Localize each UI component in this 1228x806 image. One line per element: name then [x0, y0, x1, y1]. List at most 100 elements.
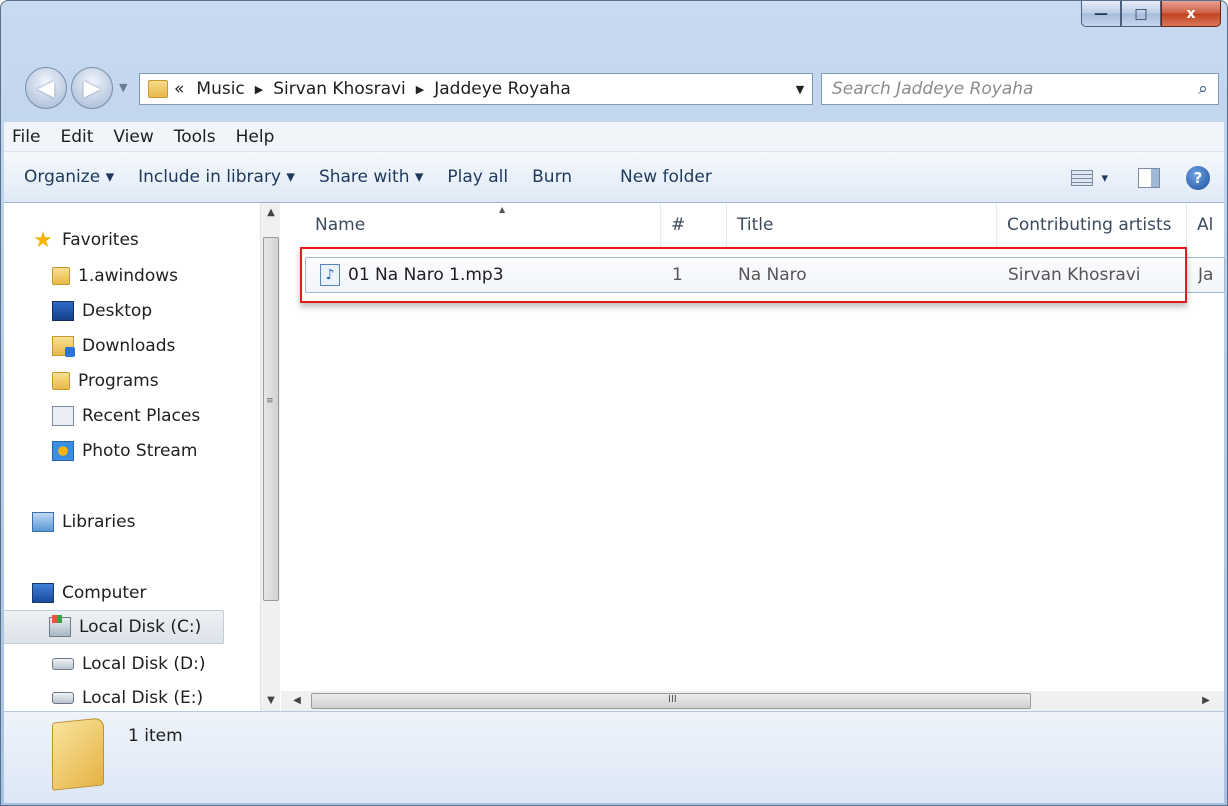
star-icon: ★	[33, 227, 53, 253]
nav-item-1awindows[interactable]: 1.awindows	[52, 259, 178, 293]
nav-label: Computer	[62, 583, 147, 603]
share-with-button[interactable]: Share with ▾	[319, 167, 447, 187]
address-bar[interactable]: « Music ▶ Sirvan Khosravi ▶ Jaddeye Roya…	[139, 73, 939, 105]
horizontal-scrollbar[interactable]: ◀ III ▶	[281, 691, 1224, 711]
recent-pages-dropdown[interactable]: ▼	[119, 81, 127, 94]
file-list: ▲ Name # Title Contributing artists Al ♪…	[281, 203, 1225, 711]
nav-label: Local Disk (E:)	[82, 688, 204, 708]
libraries-icon	[32, 512, 54, 532]
scroll-down-icon[interactable]: ▼	[261, 691, 281, 711]
folder-icon	[52, 717, 104, 791]
nav-favorites-label: Favorites	[62, 230, 139, 250]
navigation-pane: ★ Favorites 1.awindows Desktop Downloads…	[4, 203, 260, 711]
new-folder-button[interactable]: New folder	[620, 167, 736, 187]
nav-item-local-disk-e[interactable]: Local Disk (E:)	[52, 681, 203, 711]
breadcrumb-separator-icon[interactable]: ▶	[251, 83, 267, 96]
search-icon[interactable]: ⌕	[1188, 79, 1218, 99]
help-icon[interactable]: ?	[1186, 166, 1210, 190]
maximize-button[interactable]: □	[1121, 1, 1161, 27]
back-button[interactable]: ◀	[25, 67, 67, 109]
scroll-right-icon[interactable]: ▶	[1196, 691, 1216, 711]
play-all-button[interactable]: Play all	[447, 167, 532, 187]
menu-view[interactable]: View	[105, 127, 165, 147]
breadcrumb-jaddeye-royaha[interactable]: Jaddeye Royaha	[428, 79, 577, 99]
desktop-icon	[52, 301, 74, 321]
nav-label: Downloads	[82, 336, 176, 356]
nav-vertical-scrollbar[interactable]: ▲ ≡ ▼	[260, 203, 280, 711]
file-name: 01 Na Naro 1.mp3	[348, 265, 504, 285]
scroll-left-icon[interactable]: ◀	[287, 691, 307, 711]
search-input[interactable]: Search Jaddeye Royaha	[822, 79, 1188, 99]
forward-arrow-icon: ▶	[83, 75, 101, 101]
computer-icon	[32, 583, 54, 603]
content-area: ★ Favorites 1.awindows Desktop Downloads…	[4, 203, 1225, 711]
details-pane: 1 item	[4, 711, 1224, 803]
organize-button[interactable]: Organize ▾	[4, 167, 138, 187]
nav-item-desktop[interactable]: Desktop	[52, 294, 152, 328]
nav-favorites[interactable]: ★ Favorites	[32, 223, 139, 257]
nav-computer[interactable]: Computer	[32, 576, 147, 610]
nav-label: 1.awindows	[78, 266, 178, 286]
preview-pane-icon[interactable]	[1138, 168, 1160, 188]
view-options-icon[interactable]	[1071, 170, 1094, 186]
burn-button[interactable]: Burn	[532, 167, 620, 187]
file-row[interactable]: ♪ 01 Na Naro 1.mp3 1 Na Naro Sirvan Khos…	[305, 257, 1225, 293]
scrollbar-thumb[interactable]: III	[311, 693, 1031, 709]
item-count: 1 item	[128, 726, 183, 746]
minimize-button[interactable]: —	[1081, 1, 1121, 27]
file-album-cell: Ja	[1198, 265, 1214, 285]
column-headers: ▲ Name # Title Contributing artists Al	[281, 203, 1224, 247]
breadcrumb-sirvan-khosravi[interactable]: Sirvan Khosravi	[267, 79, 412, 99]
recent-places-icon	[52, 406, 74, 426]
address-row: ◀ ▶ ▼ « Music ▶ Sirvan Khosravi ▶ Jaddey…	[1, 61, 1227, 117]
nav-item-local-disk-d[interactable]: Local Disk (D:)	[52, 647, 205, 681]
nav-label: Desktop	[82, 301, 153, 321]
view-dropdown-icon[interactable]: ▾	[1093, 171, 1108, 186]
nav-item-recent-places[interactable]: Recent Places	[52, 399, 200, 433]
nav-item-photo-stream[interactable]: Photo Stream	[52, 434, 197, 468]
nav-label: Recent Places	[82, 406, 201, 426]
address-dropdown-icon[interactable]: ▼	[788, 83, 812, 96]
nav-label: Local Disk (C:)	[79, 617, 202, 637]
scrollbar-thumb[interactable]	[263, 237, 279, 601]
breadcrumb-separator-icon[interactable]: ▶	[412, 83, 428, 96]
column-header-number[interactable]: #	[661, 203, 727, 247]
drive-icon	[52, 692, 74, 704]
include-in-library-button[interactable]: Include in library ▾	[138, 167, 319, 187]
column-label: #	[671, 215, 686, 235]
explorer-window: — □ x ◀ ▶ ▼ « Music ▶ Sirvan Khosravi ▶ …	[0, 0, 1228, 806]
close-button[interactable]: x	[1161, 1, 1221, 27]
caption-buttons: — □ x	[1081, 1, 1221, 31]
column-label: Al	[1197, 215, 1214, 235]
column-header-title[interactable]: Title	[727, 203, 997, 247]
column-header-contributing-artists[interactable]: Contributing artists	[997, 203, 1187, 247]
back-arrow-icon: ◀	[37, 75, 55, 101]
scroll-up-icon[interactable]: ▲	[261, 203, 281, 223]
nav-item-downloads[interactable]: Downloads	[52, 329, 175, 363]
sort-ascending-icon: ▲	[499, 205, 506, 214]
toolbar-right: ▾ ?	[1071, 152, 1224, 204]
file-name-cell[interactable]: ♪ 01 Na Naro 1.mp3	[320, 258, 650, 292]
column-header-name[interactable]: ▲ Name	[305, 203, 661, 247]
menu-edit[interactable]: Edit	[52, 127, 105, 147]
column-label: Contributing artists	[1007, 215, 1172, 235]
drive-icon	[52, 658, 74, 670]
menu-help[interactable]: Help	[228, 127, 287, 147]
folder-icon	[148, 80, 168, 98]
menu-tools[interactable]: Tools	[166, 127, 228, 147]
breadcrumb-music[interactable]: Music	[190, 79, 250, 99]
nav-item-local-disk-c[interactable]: Local Disk (C:)	[4, 610, 224, 644]
file-title-cell: Na Naro	[738, 265, 807, 285]
downloads-icon	[52, 336, 75, 357]
folder-icon	[52, 372, 70, 390]
search-box[interactable]: Search Jaddeye Royaha ⌕	[821, 73, 1219, 105]
column-header-album[interactable]: Al	[1187, 203, 1227, 247]
file-number-cell: 1	[672, 265, 683, 285]
column-label: Title	[737, 215, 774, 235]
nav-libraries[interactable]: Libraries	[32, 505, 135, 539]
nav-label: Libraries	[62, 512, 136, 532]
menu-file[interactable]: File	[4, 127, 52, 147]
nav-item-programs[interactable]: Programs	[52, 364, 159, 398]
forward-button[interactable]: ▶	[71, 67, 113, 109]
breadcrumb-overflow[interactable]: «	[168, 79, 190, 99]
